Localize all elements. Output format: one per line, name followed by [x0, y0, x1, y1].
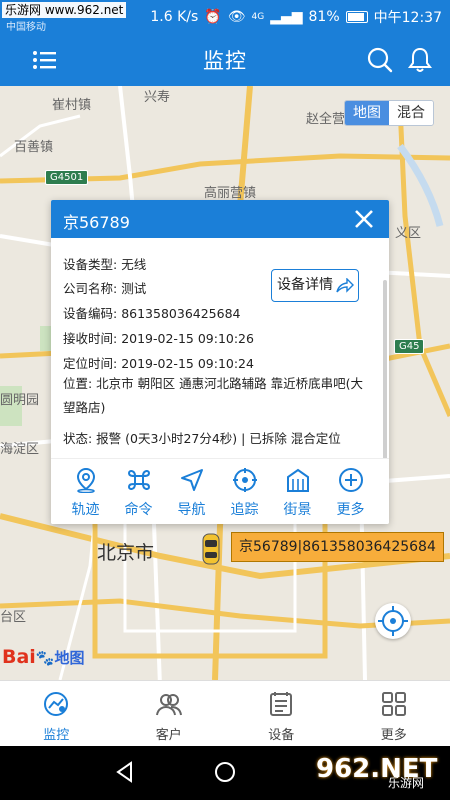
map-label: 圆明园: [0, 393, 40, 408]
logo-brand: Bai: [2, 646, 36, 668]
map-label: 海淀区: [0, 442, 40, 457]
navigation-icon: [180, 469, 203, 491]
location-text: 位置: 北京市 朝阳区 通惠河北路辅路 靠近桥底串吧(大望路店): [63, 376, 363, 415]
field-label: 接收时间:: [63, 331, 118, 346]
map-label: 高丽营镇: [204, 186, 257, 201]
watermark-text: 乐游网 www.962.net: [2, 2, 127, 18]
action-label: 更多: [336, 502, 365, 518]
share-arrow-icon: [336, 278, 354, 293]
locate-me-icon[interactable]: [375, 603, 411, 639]
tab-label: 更多: [380, 728, 407, 743]
vehicle-marker[interactable]: [201, 532, 221, 566]
baidu-logo: Bai🐾地图: [2, 646, 85, 668]
paw-icon: 🐾: [35, 649, 55, 667]
network-type: 4G: [251, 12, 265, 22]
map-type-toggle: 地图 混合: [344, 100, 434, 126]
field-value: 2019-02-15 09:10:24: [121, 356, 254, 371]
map-type-option[interactable]: 混合: [389, 101, 433, 125]
status-bar: 乐游网 www.962.net 中国移动 1.6 K/s ⏰ 👁 4G ▂▄▆ …: [0, 0, 450, 34]
grid-icon: [381, 692, 406, 716]
building-icon: [286, 468, 309, 492]
watermark-logo: 962.NET 乐游网: [316, 752, 446, 792]
map-label: 崔村镇: [52, 98, 92, 113]
battery-percent: 81%: [308, 9, 340, 25]
plus-circle-icon: [338, 468, 363, 492]
device-list-icon: [270, 692, 293, 716]
action-label: 街景: [283, 502, 312, 518]
map-type-option[interactable]: 地图: [345, 101, 389, 125]
battery-icon: [345, 11, 368, 23]
tab-label: 监控: [43, 728, 70, 743]
field-label: 设备类型:: [63, 257, 118, 272]
bottom-nav: 监控 客户 设备 更多: [0, 680, 450, 746]
tab-customers[interactable]: 客户: [113, 681, 226, 746]
action-track[interactable]: 轨迹: [59, 459, 112, 524]
crosshair-icon: [232, 468, 257, 492]
logo-suffix: 地图: [54, 649, 85, 667]
popup-body: 设备类型: 无线 公司名称: 测试 设备编码: 861358036425684 …: [51, 238, 389, 458]
location-pin-icon: [76, 467, 95, 494]
vehicle-info-popup: 京56789 设备类型: 无线 公司名称: 测试 设备编码: 861358036…: [51, 200, 389, 524]
field-label: 设备编码:: [63, 306, 118, 321]
field-value: 无线: [121, 257, 147, 272]
map-label: 百善镇: [14, 140, 54, 155]
eye-icon: 👁: [227, 9, 246, 25]
field-value: 861358036425684: [121, 306, 241, 321]
tab-devices[interactable]: 设备: [225, 681, 338, 746]
popup-header: 京56789: [51, 200, 389, 238]
device-detail-button[interactable]: 设备详情: [271, 269, 359, 302]
map-label-city: 北京市: [97, 542, 155, 564]
monitor-icon: [44, 692, 69, 716]
popup-actions: 轨迹 命令 导航 追踪 街景 更多: [51, 458, 389, 524]
action-follow[interactable]: 追踪: [218, 459, 271, 524]
search-icon[interactable]: [366, 46, 394, 74]
action-streetview[interactable]: 街景: [271, 459, 324, 524]
field-label: 定位时间:: [63, 356, 118, 371]
back-icon[interactable]: [113, 760, 137, 784]
field-value: 测试: [121, 281, 147, 296]
info-row: 设备类型: 无线: [63, 254, 146, 273]
device-detail-label: 设备详情: [277, 277, 333, 293]
tab-label: 设备: [268, 728, 295, 743]
map-label: 台区: [0, 610, 27, 625]
action-navigate[interactable]: 导航: [165, 459, 218, 524]
users-icon: [155, 694, 182, 716]
tab-label: 客户: [155, 728, 182, 743]
action-label: 轨迹: [71, 502, 100, 518]
carrier-name: 中国移动: [6, 22, 46, 33]
status-text: 状态: 报警 (0天3小时27分4秒) | 已拆除 混合定位: [63, 431, 341, 446]
clock: 中午12:37: [373, 10, 442, 26]
network-speed: 1.6 K/s: [150, 9, 199, 25]
watermark-sub: 乐游网: [388, 776, 425, 790]
map-label: 赵全营: [306, 112, 346, 127]
action-more[interactable]: 更多: [324, 459, 377, 524]
popup-scrollbar[interactable]: [383, 280, 387, 458]
field-label: 公司名称:: [63, 281, 118, 296]
bell-icon[interactable]: [406, 46, 434, 74]
action-label: 导航: [177, 502, 206, 518]
highway-shield: G4501: [45, 170, 89, 185]
popup-title: 京56789: [63, 213, 130, 232]
info-row: 公司名称: 测试: [63, 278, 146, 297]
action-label: 命令: [124, 502, 153, 518]
tab-more[interactable]: 更多: [338, 681, 450, 746]
action-label: 追踪: [230, 502, 259, 518]
vehicle-label[interactable]: 京56789|861358036425684: [231, 532, 444, 562]
action-command[interactable]: 命令: [112, 459, 165, 524]
alarm-icon: ⏰: [204, 9, 222, 25]
field-value: 2019-02-15 09:10:26: [121, 331, 254, 346]
map-label: 兴寿: [144, 90, 171, 105]
info-row: 接收时间: 2019-02-15 09:10:26: [63, 328, 254, 347]
signal-icon: ▂▄▆: [270, 9, 303, 25]
tab-monitor[interactable]: 监控: [0, 681, 113, 746]
command-icon: [127, 470, 150, 490]
app-bar: 监控: [0, 34, 450, 86]
status-icons: 1.6 K/s ⏰ 👁 4G ▂▄▆ 81% 中午12:37: [150, 7, 442, 27]
info-row: 定位时间: 2019-02-15 09:10:24: [63, 353, 254, 372]
close-icon[interactable]: [353, 208, 375, 230]
info-row: 设备编码: 861358036425684: [63, 303, 241, 322]
highway-shield: G45: [394, 339, 425, 354]
map-label: 义区: [395, 226, 422, 241]
home-icon[interactable]: [213, 760, 237, 784]
